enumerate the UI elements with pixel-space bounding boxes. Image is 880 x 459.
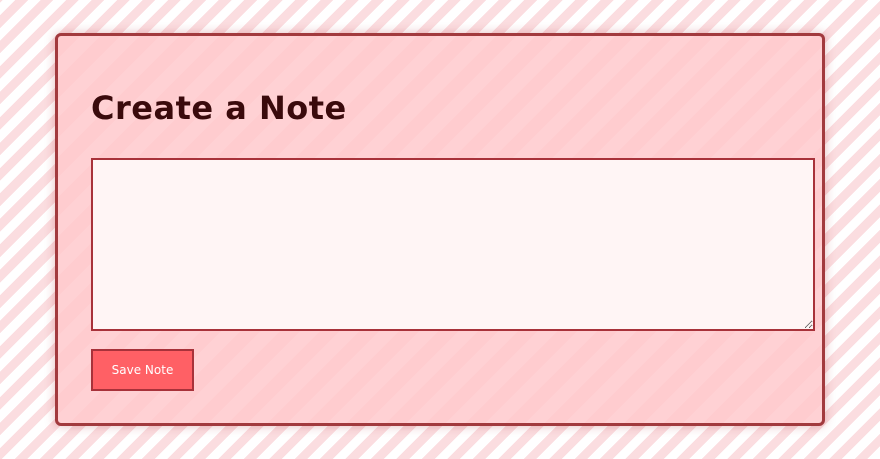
note-card: Create a Note Save Note [55,33,825,426]
page-title: Create a Note [91,89,347,127]
note-textarea[interactable] [91,158,815,331]
save-note-button[interactable]: Save Note [91,349,194,391]
